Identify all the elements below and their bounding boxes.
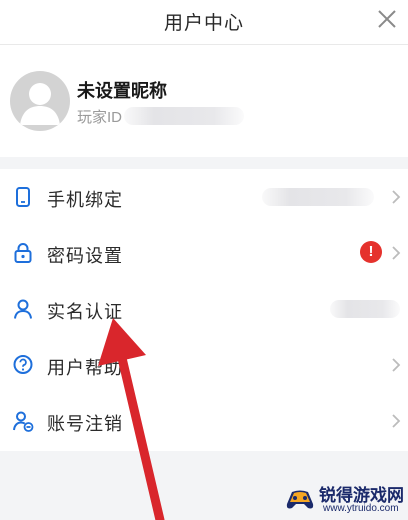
default-avatar-icon[interactable] <box>10 71 70 131</box>
menu-item-label: 密码设置 <box>47 246 123 266</box>
chevron-right-icon <box>392 246 401 260</box>
person-icon <box>14 299 32 319</box>
menu-item-password[interactable]: 密码设置 ! <box>0 225 408 281</box>
real-name-redacted <box>330 300 400 318</box>
nickname-label: 未设置昵称 <box>77 81 167 101</box>
close-icon[interactable] <box>374 6 400 32</box>
player-id-label: 玩家ID <box>77 109 123 126</box>
header-bar: 用户中心 <box>0 0 408 45</box>
player-id-redacted <box>124 107 244 125</box>
chevron-right-icon <box>392 414 401 428</box>
menu-item-label: 手机绑定 <box>47 190 123 210</box>
phone-icon <box>16 187 30 207</box>
chevron-right-icon <box>392 190 401 204</box>
menu-item-account-cancel[interactable]: 账号注销 <box>0 393 408 449</box>
menu-item-label: 账号注销 <box>47 414 123 434</box>
menu-item-label: 实名认证 <box>47 302 123 322</box>
menu-item-real-name[interactable]: 实名认证 <box>0 281 408 337</box>
menu-item-phone-binding[interactable]: 手机绑定 <box>0 169 408 225</box>
menu-item-help[interactable]: 用户帮助 <box>0 337 408 393</box>
alert-badge: ! <box>360 241 382 263</box>
chevron-right-icon <box>392 358 401 372</box>
lock-icon <box>14 243 32 263</box>
settings-menu: 手机绑定 密码设置 ! 实名认证 用户帮助 账号注销 <box>0 169 408 451</box>
help-icon <box>13 355 33 374</box>
menu-item-label: 用户帮助 <box>47 358 123 378</box>
game-controller-logo-icon <box>286 490 314 509</box>
phone-redacted <box>262 188 374 206</box>
site-watermark: 锐得游戏网 www.ytruido.com <box>283 478 408 520</box>
account-cancel-icon <box>13 411 34 432</box>
profile-card: 未设置昵称 玩家ID <box>0 45 408 157</box>
watermark-url: www.ytruido.com <box>323 503 399 514</box>
page-title: 用户中心 <box>163 13 244 34</box>
